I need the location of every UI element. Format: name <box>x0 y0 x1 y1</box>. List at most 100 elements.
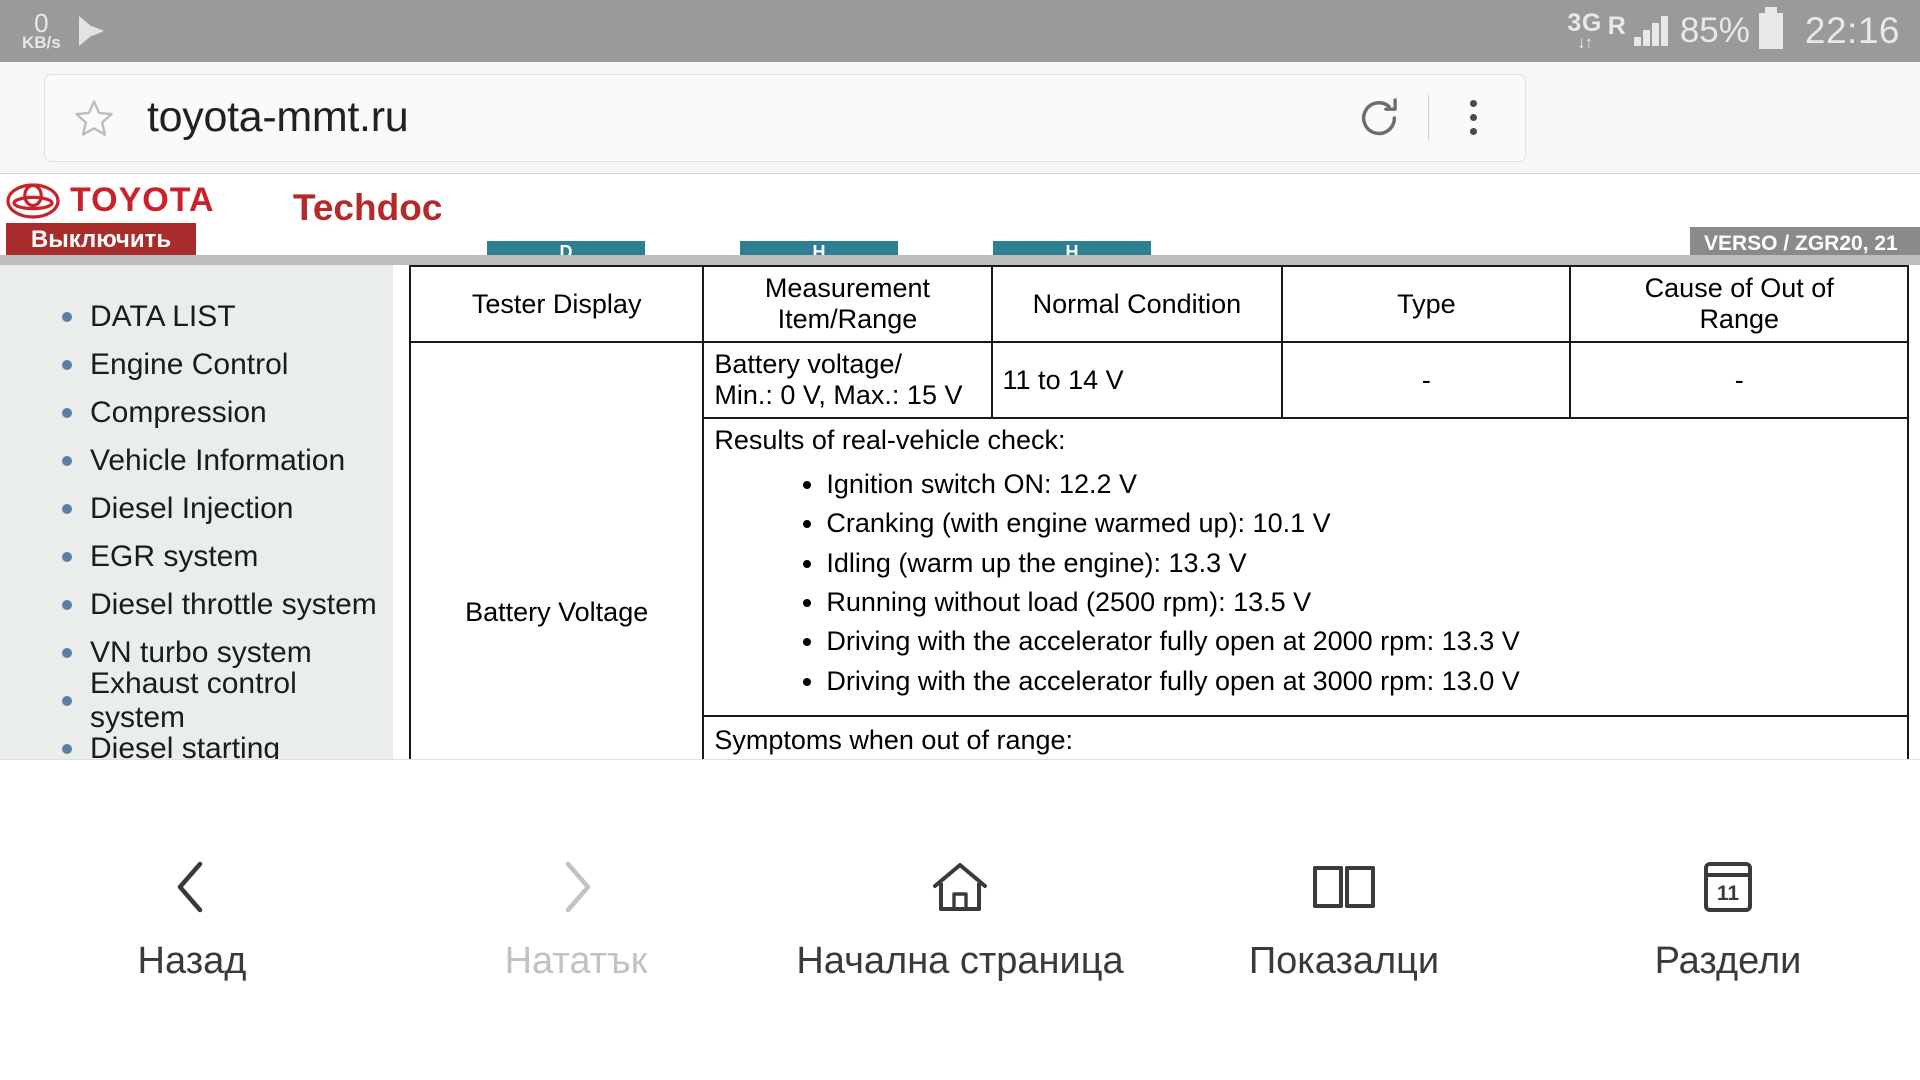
sidebar-item-diesel-throttle-system[interactable]: Diesel throttle system <box>0 581 393 629</box>
sidebar-item-label: EGR system <box>90 540 259 573</box>
column-header-cause-line1: Cause of Out of <box>1644 273 1834 303</box>
cell-measurement-range: Battery voltage/ Min.: 0 V, Max.: 15 V <box>702 341 993 419</box>
list-item: Ignition switch ON: 12.2 V <box>826 470 1897 499</box>
column-header-cause-line2: Range <box>1699 304 1780 334</box>
column-header-type: Type <box>1281 265 1572 343</box>
sidebar-item-label: Engine Control <box>90 348 289 381</box>
sidebar-item-label: DATA LIST <box>90 300 236 333</box>
nav-forward-button[interactable]: Нататък <box>384 760 768 1080</box>
column-header-tester-display: Tester Display <box>408 265 705 343</box>
sidebar-item-diesel-starting[interactable]: Diesel starting <box>0 725 393 760</box>
chevron-left-icon <box>169 858 215 916</box>
network-speed-indicator: 0 KB/s <box>22 7 61 53</box>
chevron-right-icon <box>553 858 599 916</box>
list-item: Idling (warm up the engine): 13.3 V <box>826 548 1897 577</box>
omnibox[interactable]: toyota-mmt.ru <box>44 73 1526 162</box>
sidebar-item-engine-control[interactable]: Engine Control <box>0 341 393 389</box>
nav-bookmarks-button[interactable]: Показалци <box>1152 760 1536 1080</box>
nav-home-button[interactable]: Начална страница <box>768 760 1152 1080</box>
column-header-measurement: Measurement Item/Range <box>702 265 993 343</box>
network-speed-unit: KB/s <box>22 33 61 53</box>
sidebar-item-diesel-injection[interactable]: Diesel Injection <box>0 485 393 533</box>
home-icon <box>929 858 991 916</box>
sidebar-item-egr-system[interactable]: EGR system <box>0 533 393 581</box>
symptoms-title: Symptoms when out of range: <box>714 725 1074 756</box>
signal-bars-icon <box>1633 16 1668 46</box>
status-bar-right-group: 3G ↓↑ R 85% 22:16 <box>1567 7 1900 52</box>
android-status-bar: 0 KB/s 3G ↓↑ R 85% 22:16 <box>0 0 1920 62</box>
site-header: TOYOTA Выключить Techdoc D H H VERSO / Z… <box>0 175 1920 314</box>
bullet-icon <box>62 744 72 754</box>
cell-real-vehicle-results: Results of real-vehicle check: Ignition … <box>702 416 1909 718</box>
sidebar-item-label: Diesel Injection <box>90 492 294 525</box>
network-speed-value: 0 <box>34 7 49 38</box>
battery-voltage-spec-table: Tester Display Measurement Item/Range No… <box>408 265 1909 760</box>
cell-cause: - <box>1569 341 1909 419</box>
sidebar-item-vehicle-information[interactable]: Vehicle Information <box>0 437 393 485</box>
roaming-indicator: R <box>1607 11 1626 40</box>
nav-tab-2[interactable]: H <box>740 241 898 255</box>
nav-tab-1-label: D <box>559 242 573 255</box>
bookmarks-icon <box>1309 858 1379 916</box>
list-item: Cranking (with engine warmed up): 10.1 V <box>826 509 1897 538</box>
url-text[interactable]: toyota-mmt.ru <box>147 93 1356 142</box>
bullet-icon <box>62 552 72 562</box>
tabs-icon: 11 <box>1696 858 1760 916</box>
bookmark-star-icon[interactable] <box>73 97 115 139</box>
sidebar-item-label: Compression <box>90 396 267 429</box>
play-store-icon <box>78 16 104 46</box>
document-content: Tester Display Measurement Item/Range No… <box>393 265 1920 760</box>
nav-tabs-button[interactable]: 11 Раздели <box>1536 760 1920 1080</box>
nav-back-button[interactable]: Назад <box>0 760 384 1080</box>
sidebar-item-label: VN turbo system <box>90 636 312 669</box>
table-head: Tester Display Measurement Item/Range No… <box>408 265 1909 343</box>
battery-percent-label: 85% <box>1679 11 1750 50</box>
header-separator-strip <box>0 255 1920 265</box>
table-body: Battery Voltage Battery voltage/ Min.: 0… <box>408 340 1909 760</box>
sidebar-item-exhaust-control-system[interactable]: Exhaust control system <box>0 667 393 734</box>
table-row: Battery Voltage Battery voltage/ Min.: 0… <box>408 340 1909 760</box>
list-item: Driving with the accelerator fully open … <box>826 627 1897 656</box>
bullet-icon <box>62 696 72 706</box>
column-header-measurement-line2: Item/Range <box>777 304 918 334</box>
sidebar-list: DATA LIST Engine Control Compression Veh… <box>0 293 393 760</box>
bullet-icon <box>62 360 72 370</box>
nav-tab-1[interactable]: D <box>487 241 645 255</box>
cell-symptoms-out-of-range: Symptoms when out of range: If 5 V or le… <box>702 715 1909 760</box>
list-item: Running without load (2500 rpm): 13.5 V <box>826 588 1897 617</box>
cell-measurement-line2: Min.: 0 V, Max.: 15 V <box>714 380 963 410</box>
column-header-cause: Cause of Out of Range <box>1569 265 1909 343</box>
nav-home-label: Начална страница <box>796 939 1124 982</box>
column-header-normal-condition: Normal Condition <box>990 265 1284 343</box>
results-list: Ignition switch ON: 12.2 V Cranking (wit… <box>714 470 1897 695</box>
web-page-viewport: TOYOTA Выключить Techdoc D H H VERSO / Z… <box>0 175 1920 760</box>
cell-type: - <box>1281 341 1572 419</box>
cell-normal-condition: 11 to 14 V <box>990 341 1284 419</box>
table-header-row: Tester Display Measurement Item/Range No… <box>408 265 1909 343</box>
nav-forward-label: Нататък <box>504 939 648 982</box>
nav-back-label: Назад <box>137 939 247 982</box>
bullet-icon <box>62 408 72 418</box>
overflow-menu-icon[interactable] <box>1447 100 1499 135</box>
sidebar-item-label: Vehicle Information <box>90 444 346 477</box>
toyota-wordmark: TOYOTA <box>70 181 215 219</box>
nav-tab-3[interactable]: H <box>993 241 1151 255</box>
sidebar-item-compression[interactable]: Compression <box>0 389 393 437</box>
browser-bottom-nav: Назад Нататък Начална страница Показалци <box>0 759 1920 1080</box>
reload-icon[interactable] <box>1356 95 1402 141</box>
list-item: Driving with the accelerator fully open … <box>826 666 1897 695</box>
nav-tab-2-label: H <box>812 242 826 255</box>
bullet-icon <box>62 504 72 514</box>
bullet-icon <box>62 600 72 610</box>
sidebar-item-label: Diesel starting <box>90 732 281 760</box>
sidebar-nav: DATA LIST Engine Control Compression Veh… <box>0 265 393 760</box>
toyota-logo[interactable]: TOYOTA <box>6 181 215 220</box>
toyota-emblem-icon <box>6 182 60 219</box>
sidebar-item-data-list[interactable]: DATA LIST <box>0 293 393 341</box>
battery-icon <box>1758 7 1783 49</box>
bullet-icon <box>62 648 72 658</box>
results-title: Results of real-vehicle check: <box>714 425 1066 455</box>
nav-tab-3-label: H <box>1065 242 1079 255</box>
data-transfer-arrows-icon: ↓↑ <box>1577 33 1593 52</box>
bullet-icon <box>62 312 72 322</box>
